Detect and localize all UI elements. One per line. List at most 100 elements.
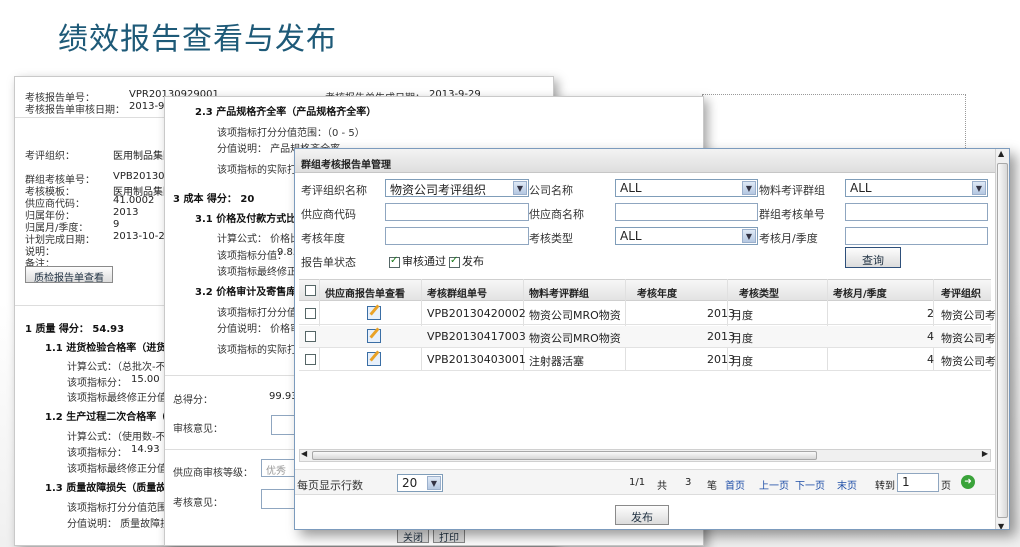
rows-per-page-select[interactable]: 20 ▼ bbox=[397, 474, 443, 492]
col-year: 考核年度 bbox=[637, 289, 677, 300]
year-input[interactable] bbox=[385, 227, 529, 245]
type-label: 考核类型 bbox=[529, 232, 573, 245]
edit-report-icon[interactable] bbox=[367, 306, 381, 320]
cost-score: 3 成本 得分： 20 bbox=[173, 194, 255, 205]
grade-label: 供应商审核等级： bbox=[173, 468, 253, 479]
row-type: 月度 bbox=[731, 309, 753, 322]
row-period: 4 bbox=[927, 330, 934, 343]
scroll-left-icon[interactable]: ◀ bbox=[301, 449, 307, 458]
group-no-label: 群组考核单号 bbox=[759, 208, 825, 221]
col-material-group: 物料考评群组 bbox=[529, 289, 589, 300]
row-checkbox[interactable] bbox=[305, 354, 316, 365]
row-material-group: 注射器活塞 bbox=[529, 355, 584, 368]
q12-formula: 计算公式：（使用数-不合 bbox=[67, 432, 176, 443]
prev-page-link[interactable]: 上一页 bbox=[759, 477, 789, 492]
col-period: 考核月/季度 bbox=[833, 289, 887, 300]
material-group-label: 物料考评群组 bbox=[759, 184, 825, 197]
q12-score-value: 14.93 bbox=[131, 444, 160, 455]
row-period: 2 bbox=[927, 307, 934, 320]
row-checkbox[interactable] bbox=[305, 308, 316, 319]
goto-page-input[interactable]: 1 bbox=[897, 473, 939, 492]
status-audit-label: 审核通过 bbox=[402, 255, 446, 268]
company-label: 公司名称 bbox=[529, 184, 573, 197]
supplier-code-value: 41.0002 bbox=[113, 195, 155, 206]
total-suffix: 笔 bbox=[707, 481, 717, 492]
s23-title: 2.3 产品规格齐全率（产品规格齐全率） bbox=[195, 107, 377, 118]
s23-range: 该项指标打分分值范围：（0 - 5） bbox=[217, 128, 365, 139]
row-checkbox[interactable] bbox=[305, 331, 316, 342]
org-label: 考评组织： bbox=[25, 151, 75, 162]
material-group-select[interactable]: ALL ▼ bbox=[845, 179, 988, 197]
quality-score: 1 质量 得分： 54.93 bbox=[25, 324, 125, 335]
opinion2-label: 考核意见： bbox=[173, 498, 223, 509]
row-group-no: VPB20130403001 bbox=[427, 353, 526, 366]
org-name-value: 物资公司考评组织 bbox=[390, 183, 487, 197]
material-group-value: ALL bbox=[850, 181, 872, 195]
year-value: 2013 bbox=[113, 207, 139, 218]
page-info: 1/1 bbox=[629, 477, 646, 488]
check-icon bbox=[389, 255, 400, 268]
q12-final-label: 该项指标最终修正分值： bbox=[67, 464, 177, 475]
row-period: 4 bbox=[927, 353, 934, 366]
period-input[interactable] bbox=[845, 227, 988, 245]
table-row[interactable]: VPB20130417003 物资公司MRO物资 2013 月度 4 物资公司考… bbox=[299, 326, 1007, 348]
chevron-down-icon: ▼ bbox=[513, 181, 527, 195]
scroll-up-icon[interactable]: ▲ bbox=[998, 149, 1004, 158]
table-row[interactable]: VPB20130420002 物资公司MRO物资 2013 月度 2 物资公司考… bbox=[299, 303, 1007, 325]
opinion-label: 审核意见： bbox=[173, 424, 223, 435]
company-select[interactable]: ALL ▼ bbox=[615, 179, 758, 197]
row-type: 月度 bbox=[731, 332, 753, 345]
vertical-scrollbar[interactable]: ▲ ▼ bbox=[995, 149, 1009, 529]
row-type: 月度 bbox=[731, 355, 753, 368]
total-count: 3 bbox=[685, 477, 692, 488]
row-material-group: 物资公司MRO物资 bbox=[529, 309, 621, 322]
first-page-link[interactable]: 首页 bbox=[725, 477, 745, 492]
horizontal-scrollbar[interactable]: ◀ ▶ bbox=[299, 449, 991, 462]
type-value: ALL bbox=[620, 229, 642, 243]
org-name-label: 考评组织名称 bbox=[301, 184, 367, 197]
grid-header: 供应商报告单查看 考核群组单号 物料考评群组 考核年度 考核类型 考核月/季度 … bbox=[299, 279, 991, 301]
query-button[interactable]: 查询 bbox=[845, 247, 901, 268]
period-label: 考核月/季度 bbox=[759, 232, 818, 245]
group-no-input[interactable] bbox=[845, 203, 988, 221]
status-audit-checkbox[interactable]: 审核通过 bbox=[389, 253, 446, 269]
go-arrow-icon[interactable]: ➜ bbox=[961, 475, 975, 489]
publish-button[interactable]: 发布 bbox=[615, 505, 669, 525]
chevron-down-icon: ▼ bbox=[972, 181, 986, 195]
plan-date-value: 2013-10-25 bbox=[113, 231, 172, 242]
group-report-manager-window: 群组考核报告单管理 考评组织名称 物资公司考评组织 ▼ 公司名称 ALL ▼ 物料考… bbox=[294, 148, 1010, 530]
edit-report-icon[interactable] bbox=[367, 352, 381, 366]
qc-report-view-button[interactable]: 质检报告单查看 bbox=[25, 266, 113, 284]
supplier-code-label: 供应商代码 bbox=[301, 208, 356, 221]
q11-score-label: 该项指标分： bbox=[67, 378, 127, 389]
type-select[interactable]: ALL ▼ bbox=[615, 227, 758, 245]
table-row[interactable]: VPB20130403001 注射器活塞 2013 月度 4 物资公司考评 bbox=[299, 349, 1007, 371]
row-group-no: VPB20130417003 bbox=[427, 330, 526, 343]
year-label: 考核年度 bbox=[301, 232, 345, 245]
status-publish-label: 发布 bbox=[462, 255, 484, 268]
page-title: 绩效报告查看与发布 bbox=[58, 22, 337, 57]
supplier-code-input[interactable] bbox=[385, 203, 529, 221]
col-group-no: 考核群组单号 bbox=[427, 289, 487, 300]
col-type: 考核类型 bbox=[739, 289, 779, 300]
audit-date-label: 考核报告单审核日期： bbox=[25, 105, 125, 116]
goto-label: 转到 bbox=[875, 481, 895, 492]
company-value: ALL bbox=[620, 181, 642, 195]
horizontal-scroll-thumb[interactable] bbox=[312, 451, 817, 460]
supplier-name-input[interactable] bbox=[615, 203, 758, 221]
scroll-down-icon[interactable]: ▼ bbox=[998, 522, 1004, 529]
status-publish-checkbox[interactable]: 发布 bbox=[449, 253, 484, 269]
status-label: 报告单状态 bbox=[301, 256, 356, 269]
next-page-link[interactable]: 下一页 bbox=[795, 477, 825, 492]
edit-report-icon[interactable] bbox=[367, 329, 381, 343]
total-prefix: 共 bbox=[657, 481, 667, 492]
q11-final-label: 该项指标最终修正分值： bbox=[67, 393, 177, 404]
scroll-right-icon[interactable]: ▶ bbox=[982, 449, 988, 458]
q11-score-value: 15.00 bbox=[131, 374, 160, 385]
select-all-checkbox[interactable] bbox=[305, 285, 316, 296]
last-page-link[interactable]: 末页 bbox=[837, 477, 857, 492]
org-name-select[interactable]: 物资公司考评组织 ▼ bbox=[385, 179, 529, 197]
month-value: 9 bbox=[113, 219, 120, 230]
q11-formula: 计算公式：（总批次-不合 bbox=[67, 362, 176, 373]
vertical-scroll-thumb[interactable] bbox=[997, 163, 1008, 518]
